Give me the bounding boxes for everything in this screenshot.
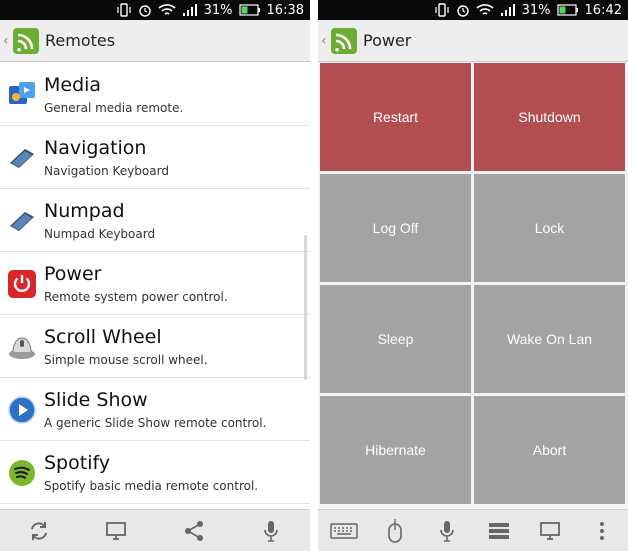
scrollbar[interactable] [304,235,307,380]
power-actions-grid: Restart Shutdown Log Off Lock Sleep Wake… [320,63,626,506]
item-subtitle: Remote system power control. [44,290,228,304]
shutdown-button[interactable]: Shutdown [474,63,625,171]
restart-button[interactable]: Restart [320,63,471,171]
keyboard-icon [7,143,37,173]
overflow-menu-icon[interactable] [582,515,622,547]
item-title: Slide Show [44,389,148,411]
list-item-media[interactable]: Media General media remote. [0,63,310,126]
action-bar: ‹ Power [318,20,628,62]
status-time: 16:38 [266,2,304,18]
page-title: Power [363,31,412,50]
signal-icon [500,3,516,17]
mouse-icon[interactable] [375,515,415,547]
list-item-power[interactable]: Power Remote system power control. [0,252,310,315]
battery-icon [238,4,261,16]
list-item-scroll-wheel[interactable]: Scroll Wheel Simple mouse scroll wheel. [0,315,310,378]
vibrate-icon [434,3,450,17]
remotes-list: Media General media remote. Navigation N… [0,63,310,509]
item-title: Numpad [44,200,125,222]
vibrate-icon [116,3,132,17]
alarm-icon [138,3,152,17]
sleep-button[interactable]: Sleep [320,285,471,393]
hibernate-button[interactable]: Hibernate [320,396,471,504]
abort-button[interactable]: Abort [474,396,625,504]
signal-icon [182,3,198,17]
remote-app-logo-icon[interactable] [331,27,357,54]
item-subtitle: Spotify basic media remote control. [44,479,259,493]
status-bar: 31% 16:38 [0,0,310,20]
bottom-toolbar [0,509,310,551]
power-screen: 31% 16:42 ‹ Power Restart Shutdown Log O… [318,0,628,551]
action-bar: ‹ Remotes [0,20,310,62]
log-off-button[interactable]: Log Off [320,174,471,282]
power-icon [7,269,37,299]
up-navigation-icon[interactable]: ‹ [3,33,11,49]
status-time: 16:42 [584,2,622,18]
item-title: Navigation [44,137,147,159]
item-title: Power [44,263,102,285]
spotify-icon [7,458,37,488]
item-title: Spotify [44,452,111,474]
page-title: Remotes [45,31,116,50]
mouse-scroll-icon [7,332,37,362]
refresh-icon[interactable] [19,515,59,547]
battery-percent: 31% [203,2,233,18]
share-icon[interactable] [174,515,214,547]
slideshow-play-icon [7,395,37,425]
list-item-slide-show[interactable]: Slide Show A generic Slide Show remote c… [0,378,310,441]
keyboard-icon [7,206,37,236]
up-navigation-icon[interactable]: ‹ [321,33,329,49]
remotes-screen: 31% 16:38 ‹ Remotes Media General media … [0,0,310,551]
item-subtitle: Numpad Keyboard [44,227,156,241]
bottom-toolbar [318,509,628,551]
microphone-icon[interactable] [251,515,291,547]
list-icon[interactable] [479,515,519,547]
item-subtitle: General media remote. [44,101,184,115]
wifi-icon [158,3,176,17]
battery-icon [556,4,579,16]
list-item-navigation[interactable]: Navigation Navigation Keyboard [0,126,310,189]
wifi-icon [476,3,494,17]
alarm-icon [456,3,470,17]
monitor-icon[interactable] [530,515,570,547]
battery-percent: 31% [521,2,551,18]
list-item-spotify[interactable]: Spotify Spotify basic media remote contr… [0,441,310,504]
wake-on-lan-button[interactable]: Wake On Lan [474,285,625,393]
list-item-numpad[interactable]: Numpad Numpad Keyboard [0,189,310,252]
microphone-icon[interactable] [427,515,467,547]
monitor-icon[interactable] [96,515,136,547]
remote-app-logo-icon[interactable] [13,27,39,54]
lock-button[interactable]: Lock [474,174,625,282]
media-icon [7,80,37,110]
status-bar: 31% 16:42 [318,0,628,20]
item-subtitle: A generic Slide Show remote control. [44,416,267,430]
keyboard-icon[interactable] [324,515,364,547]
item-subtitle: Simple mouse scroll wheel. [44,353,208,367]
item-title: Scroll Wheel [44,326,162,348]
item-title: Media [44,74,102,96]
item-subtitle: Navigation Keyboard [44,164,169,178]
